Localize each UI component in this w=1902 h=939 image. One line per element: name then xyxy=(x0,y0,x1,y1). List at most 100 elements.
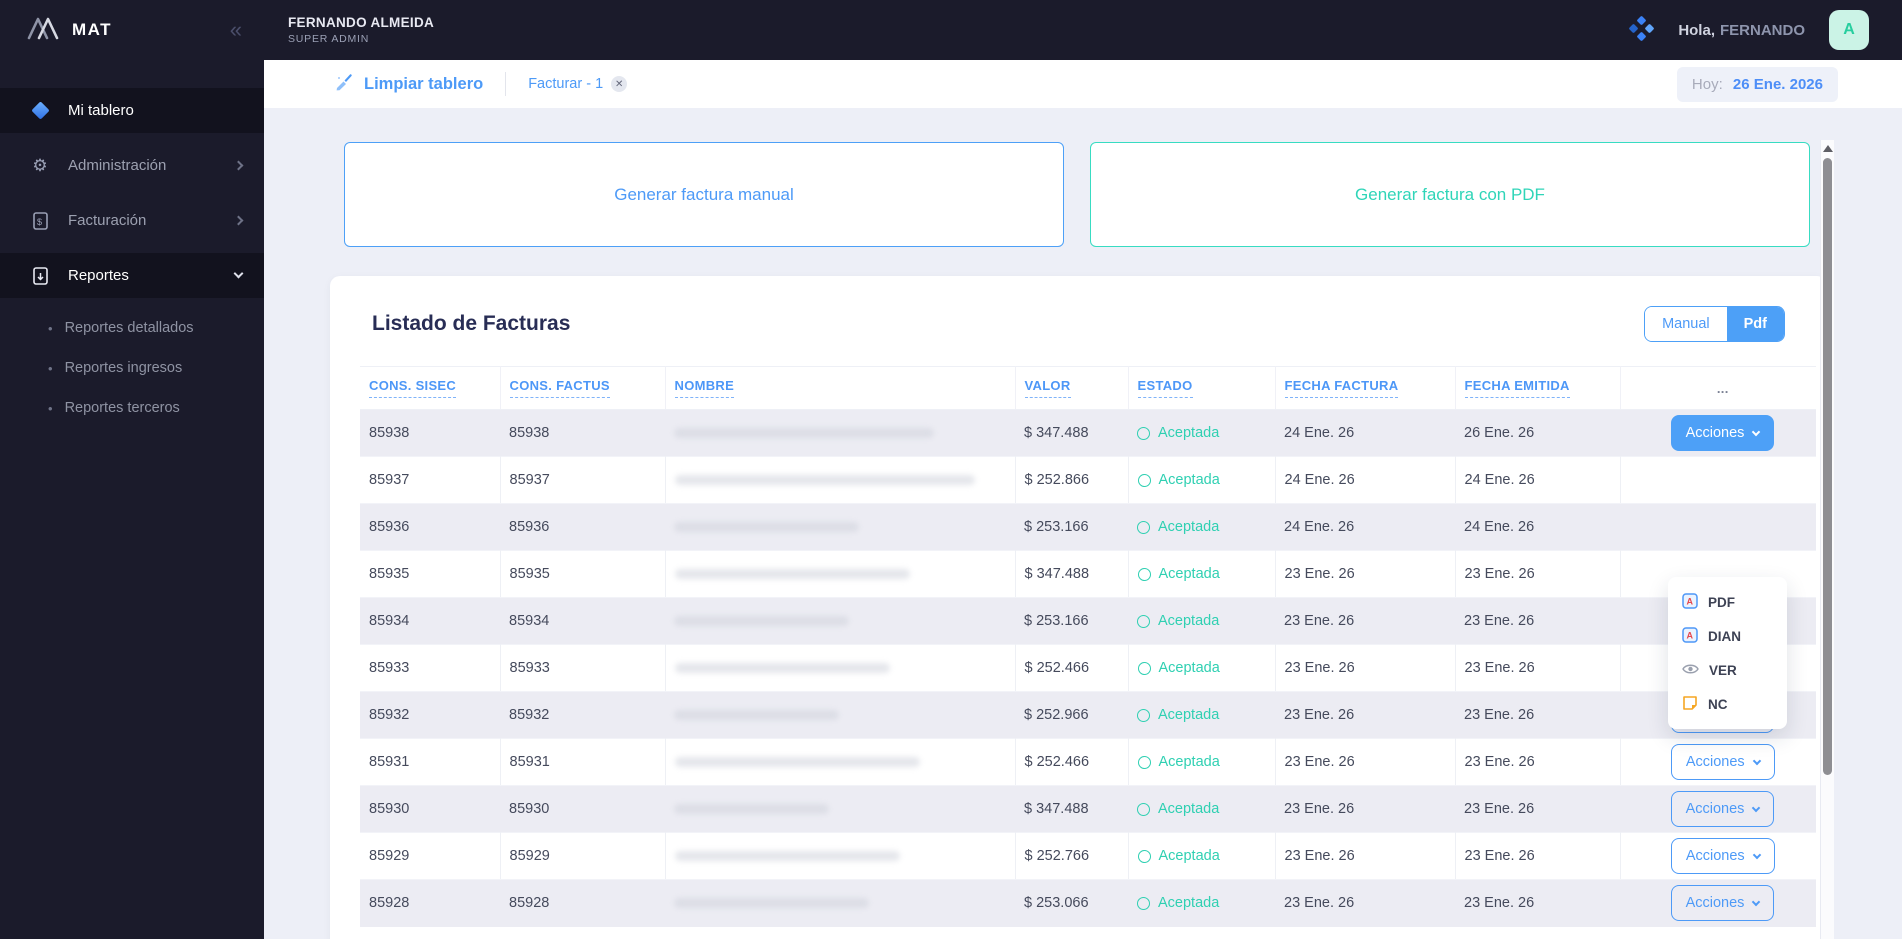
column-header-fecha-emitida[interactable]: FECHA EMITIDA xyxy=(1455,366,1621,410)
status-label: Aceptada xyxy=(1158,613,1220,629)
cell-nombre xyxy=(665,644,1016,692)
cell-valor: $ 253.166 xyxy=(1024,519,1089,535)
sidebar-subitem-reportes-terceros[interactable]: • Reportes terceros xyxy=(0,388,264,428)
redacted-name xyxy=(674,475,975,485)
apps-diamonds-icon[interactable] xyxy=(1628,15,1655,46)
status-circle-icon xyxy=(1137,520,1150,534)
bullet-icon: • xyxy=(48,360,53,376)
redacted-name xyxy=(674,757,920,767)
toggle-pdf-button[interactable]: Pdf xyxy=(1726,307,1784,341)
chevron-down-icon xyxy=(1752,803,1761,812)
cell-fecha-factura: 23 Ene. 26 xyxy=(1275,644,1456,692)
scrollbar-thumb[interactable] xyxy=(1823,158,1832,775)
cell-cons-factus: 85929 xyxy=(500,832,666,880)
cell-cons-sisec: 85931 xyxy=(360,738,501,786)
cell-valor: $ 252.466 xyxy=(1015,644,1129,692)
cell-valor: $ 347.488 xyxy=(1015,550,1129,598)
dropdown-item-dian[interactable]: A DIAN xyxy=(1668,619,1787,653)
column-header-nombre[interactable]: NOMBRE xyxy=(665,366,1016,410)
cell-valor: $ 252.766 xyxy=(1015,832,1129,880)
brand-name: MAT xyxy=(72,20,113,39)
brand-logo-icon xyxy=(26,15,60,46)
dropdown-item-pdf[interactable]: A PDF xyxy=(1668,585,1787,619)
column-header-estado[interactable]: ESTADO xyxy=(1128,366,1276,410)
open-tab-chip[interactable]: Facturar - 1 ✕ xyxy=(528,76,628,92)
note-icon xyxy=(1682,695,1698,714)
sidebar-subitem-reportes-ingresos[interactable]: • Reportes ingresos xyxy=(0,348,264,388)
row-actions-button[interactable]: Acciones xyxy=(1670,791,1775,827)
cell-cons-sisec: 85934 xyxy=(369,613,410,629)
user-name: FERNANDO ALMEIDA xyxy=(288,15,435,30)
cell-fecha-emitida: 23 Ene. 26 xyxy=(1464,707,1535,723)
table-header-row: CONS. SISEC CONS. FACTUS NOMBRE VALOR ESTADO… xyxy=(360,366,1816,410)
eye-icon xyxy=(1682,663,1699,678)
chevron-down-icon xyxy=(1752,427,1761,436)
cell-cons-factus: 85928 xyxy=(509,895,550,912)
toggle-manual-button[interactable]: Manual xyxy=(1645,307,1727,341)
sidebar-item-reportes[interactable]: Reportes xyxy=(0,253,264,298)
column-header-cons-factus[interactable]: CONS. FACTUS xyxy=(500,366,666,410)
today-date: 26 Ene. 2026 xyxy=(1732,75,1823,93)
status-label: Aceptada xyxy=(1158,660,1220,676)
column-header-fecha-factura[interactable]: FECHA FACTURA xyxy=(1275,366,1456,410)
sidebar-item-facturacion[interactable]: $ Facturación xyxy=(0,198,264,243)
toolbar: Limpiar tablero Facturar - 1 ✕ Hoy: 26 E… xyxy=(264,60,1902,108)
cell-nombre xyxy=(665,786,1015,833)
cell-cons-factus: 85933 xyxy=(500,644,666,692)
cell-cons-sisec: 85930 xyxy=(369,801,410,817)
row-actions-button[interactable]: Acciones xyxy=(1670,885,1775,922)
cell-nombre xyxy=(665,550,1016,598)
today-chip: Hoy: 26 Ene. 2026 xyxy=(1676,66,1838,102)
cell-fecha-emitida: 23 Ene. 26 xyxy=(1455,550,1621,598)
generate-pdf-invoice-button[interactable]: Generar factura con PDF xyxy=(1090,142,1810,247)
cell-valor: $ 252.866 xyxy=(1015,456,1129,504)
status-circle-icon xyxy=(1137,802,1150,816)
cell-cons-factus: 85934 xyxy=(509,613,550,629)
bullet-icon: • xyxy=(48,400,53,416)
column-header-cons-sisec[interactable]: CONS. SISEC xyxy=(360,366,501,410)
sidebar-item-mi-tablero[interactable]: Mi tablero xyxy=(0,88,264,133)
dropdown-item-nc[interactable]: NC xyxy=(1668,687,1787,721)
status-circle-icon xyxy=(1137,708,1150,722)
actions-dropdown-menu: A PDF A DIAN VER NC xyxy=(1668,577,1787,729)
open-tab-label: Facturar - 1 xyxy=(528,76,604,92)
cell-nombre xyxy=(665,504,1015,551)
table-row: 85931 85931 $ 252.466 Aceptada 23 Ene. 26 23 … xyxy=(360,738,1816,786)
gear-icon: ⚙ xyxy=(32,155,48,176)
chevron-down-icon xyxy=(1752,756,1761,765)
redacted-name xyxy=(674,428,934,438)
scrollbar-up-arrow-icon[interactable] xyxy=(1822,145,1833,152)
generate-manual-invoice-button[interactable]: Generar factura manual xyxy=(344,142,1064,247)
avatar[interactable]: A xyxy=(1829,10,1869,50)
close-tab-icon[interactable]: ✕ xyxy=(611,76,628,92)
sidebar-item-administracion[interactable]: ⚙ Administración xyxy=(0,143,264,188)
table-body: 85938 85938 $ 347.488 Aceptada 24 Ene. 26 26 … xyxy=(360,409,1816,927)
sidebar-subitem-reportes-detallados[interactable]: • Reportes detallados xyxy=(0,308,264,348)
row-actions-button[interactable]: Acciones xyxy=(1670,415,1775,451)
cell-valor: $ 347.488 xyxy=(1024,801,1089,817)
column-header-actions: ... xyxy=(1620,366,1816,410)
chevron-right-icon xyxy=(233,215,244,226)
cell-nombre xyxy=(665,692,1015,739)
cell-cons-factus: 85931 xyxy=(500,738,666,786)
main-area: FERNANDO ALMEIDA SUPER ADMIN Hola, FERNAN… xyxy=(264,0,1902,939)
cell-estado: Aceptada xyxy=(1128,880,1275,927)
cell-cons-sisec: 85938 xyxy=(369,425,410,441)
column-header-valor[interactable]: VALOR xyxy=(1015,366,1129,410)
redacted-name xyxy=(674,663,890,673)
dropdown-item-ver[interactable]: VER xyxy=(1668,653,1787,687)
status-circle-icon xyxy=(1137,473,1151,487)
vertical-scrollbar[interactable] xyxy=(1820,140,1834,939)
pdf-file-icon: A xyxy=(1682,626,1698,646)
cell-cons-factus: 85932 xyxy=(509,707,550,723)
status-circle-icon xyxy=(1137,755,1151,769)
cell-estado: Aceptada xyxy=(1128,550,1276,598)
table-row: 85932 85932 $ 252.966 Aceptada 23 Ene. 26 23 … xyxy=(360,691,1816,739)
row-actions-button[interactable]: Acciones xyxy=(1670,744,1775,780)
row-actions-button[interactable]: Acciones xyxy=(1670,838,1775,874)
redacted-name xyxy=(674,710,839,720)
clear-board-button[interactable]: Limpiar tablero xyxy=(335,72,483,96)
table-row: 85929 85929 $ 252.766 Aceptada 23 Ene. 26 23 … xyxy=(360,832,1816,880)
sidebar-collapse-icon[interactable]: « xyxy=(230,19,242,41)
cell-fecha-factura: 23 Ene. 26 xyxy=(1275,832,1456,880)
